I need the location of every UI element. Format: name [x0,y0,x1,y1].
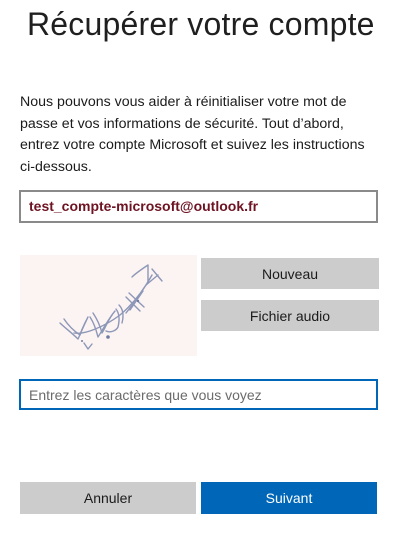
captcha-audio-button[interactable]: Fichier audio [201,300,379,331]
account-email-value: test_compte-microsoft@outlook.fr [29,198,259,214]
cancel-button[interactable]: Annuler [20,482,196,514]
instructions-text: Nous pouvons vous aider à réinitialiser … [20,94,365,175]
captcha-image [20,255,197,356]
account-email-field[interactable]: test_compte-microsoft@outlook.fr [19,190,378,223]
next-button[interactable]: Suivant [201,482,377,514]
captcha-input[interactable] [19,379,378,410]
page-title: Récupérer votre compte [27,6,375,42]
captcha-new-button[interactable]: Nouveau [201,258,379,289]
